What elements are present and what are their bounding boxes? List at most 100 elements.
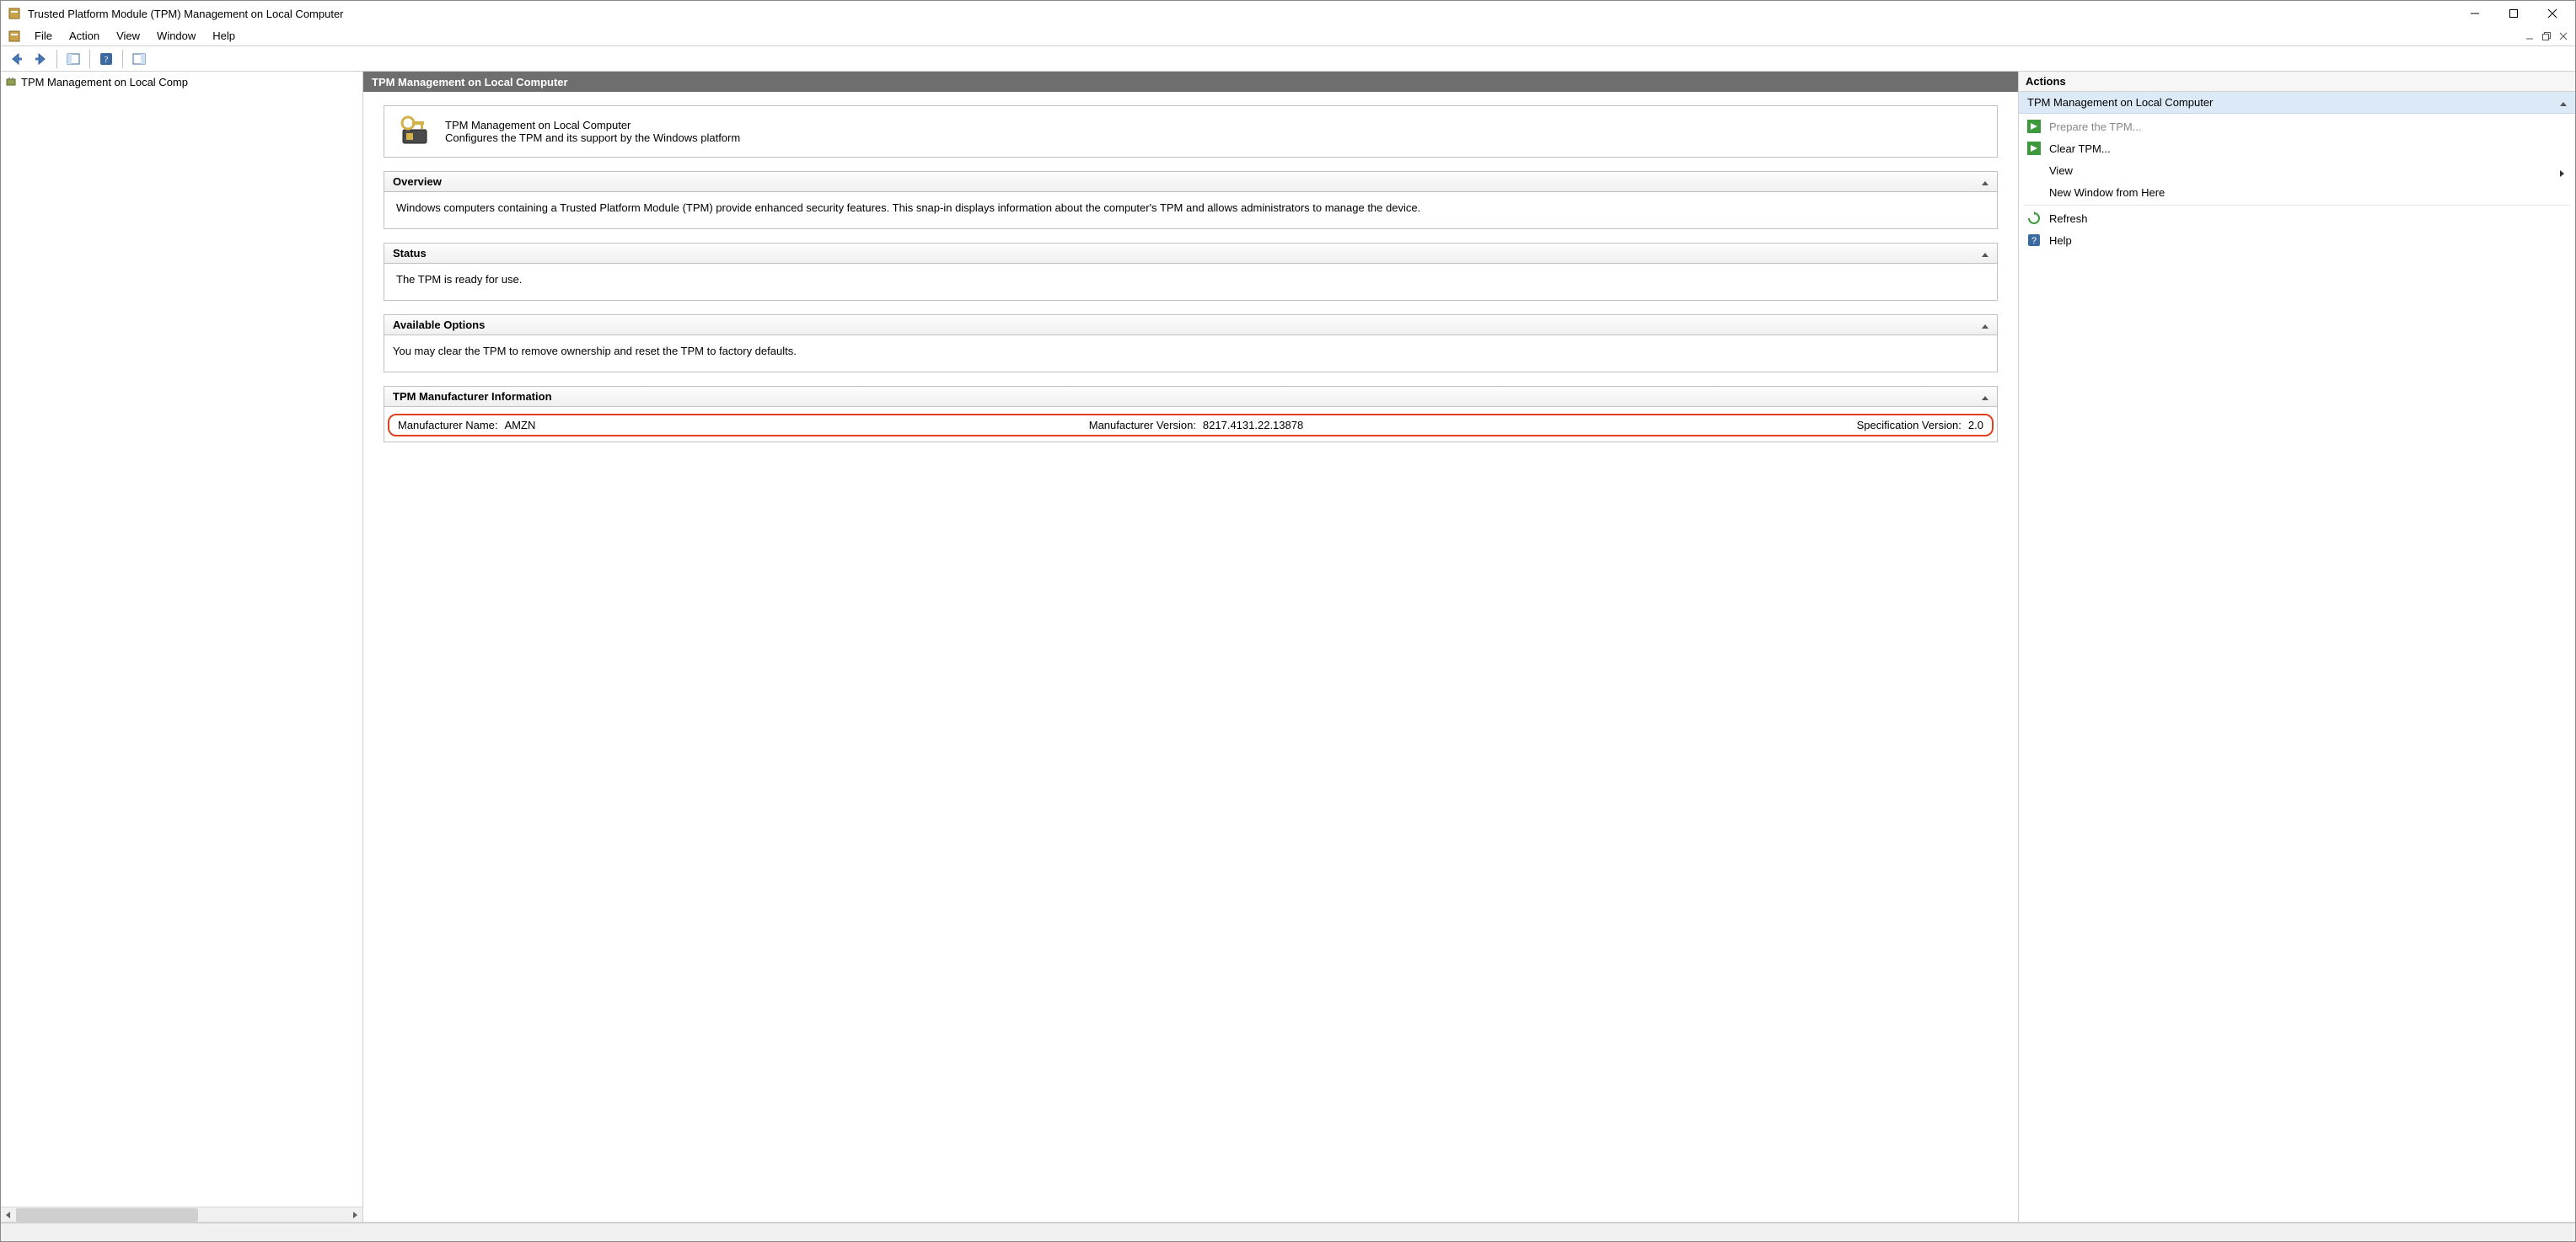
collapse-caret-icon [1982,247,1988,260]
manufacturer-row-highlight: Manufacturer Name: AMZN Manufacturer Ver… [388,414,1994,436]
collapse-caret-icon [1982,175,1988,188]
arrow-right-green-icon [2027,142,2041,155]
status-body: The TPM is ready for use. [384,264,1997,300]
status-group-header[interactable]: Status [384,244,1997,264]
action-label: Refresh [2049,212,2088,225]
toolbar-help-button[interactable]: ? [95,48,117,70]
collapse-caret-icon [1982,319,1988,331]
toolbar-back-button[interactable] [6,48,28,70]
toolbar-forward-button[interactable] [30,48,51,70]
status-text: The TPM is ready for use. [396,273,522,286]
window-title: Trusted Platform Module (TPM) Management… [28,8,2455,20]
actions-list: Prepare the TPM... Clear TPM... View New… [2019,114,2575,253]
tpm-key-icon [396,115,430,148]
options-group: Available Options You may clear the TPM … [384,314,1998,372]
intro-desc: Configures the TPM and its support by th… [445,131,740,144]
actions-subheader-label: TPM Management on Local Computer [2027,96,2213,109]
action-help[interactable]: ? Help [2019,229,2575,251]
window-controls [2455,1,2572,26]
center-panel: TPM Management on Local Computer TPM [363,72,2019,1222]
tree-node-label: TPM Management on Local Comp [21,76,188,88]
action-label: New Window from Here [2049,186,2165,199]
submenu-arrow-icon [2560,167,2567,174]
action-clear-tpm[interactable]: Clear TPM... [2019,137,2575,159]
refresh-icon [2027,211,2041,225]
overview-group: Overview Windows computers containing a … [384,171,1998,229]
spec-version-cell: Specification Version: 2.0 [1857,419,1983,431]
status-group: Status The TPM is ready for use. [384,243,1998,301]
action-prepare-tpm[interactable]: Prepare the TPM... [2019,115,2575,137]
manufacturer-title: TPM Manufacturer Information [393,390,552,403]
toolbar: ? [1,46,2575,72]
app-icon [8,7,21,20]
toolbar-separator-3 [122,50,123,68]
scroll-right-button[interactable] [347,1207,362,1223]
overview-text: Windows computers containing a Trusted P… [396,201,1420,214]
tree-horizontal-scrollbar[interactable] [1,1207,362,1222]
center-header: TPM Management on Local Computer [363,72,2018,92]
mmc-window: Trusted Platform Module (TPM) Management… [0,0,2576,1242]
options-group-header[interactable]: Available Options [384,315,1997,335]
actions-subheader[interactable]: TPM Management on Local Computer [2019,92,2575,114]
intro-box: TPM Management on Local Computer Configu… [384,105,1998,158]
action-view[interactable]: View [2019,159,2575,181]
help-icon: ? [2027,233,2041,247]
options-title: Available Options [393,319,485,331]
action-label: Clear TPM... [2049,142,2111,155]
spec-version-label: Specification Version: [1857,419,1962,431]
manufacturer-version-cell: Manufacturer Version: 8217.4131.22.13878 [1089,419,1303,431]
menubar-app-icon [8,29,21,43]
scroll-thumb[interactable] [16,1208,198,1222]
action-label: Prepare the TPM... [2049,120,2142,133]
scroll-track[interactable] [16,1207,347,1223]
mdi-restore-button[interactable] [2539,29,2554,44]
minimize-button[interactable] [2455,1,2494,26]
mdi-close-button[interactable] [2556,29,2571,44]
main-row: TPM Management on Local Comp TPM Managem… [1,72,2575,1223]
menu-action[interactable]: Action [61,28,108,44]
action-label: Help [2049,234,2072,247]
statusbar [1,1223,2575,1241]
maximize-button[interactable] [2494,1,2533,26]
arrow-right-green-icon [2027,120,2041,133]
center-body[interactable]: TPM Management on Local Computer Configu… [363,92,2018,1222]
toolbar-show-hide-action-pane-button[interactable] [128,48,150,70]
actions-panel: Actions TPM Management on Local Computer… [2019,72,2575,1222]
manufacturer-name-cell: Manufacturer Name: AMZN [398,419,535,431]
status-title: Status [393,247,427,260]
action-new-window[interactable]: New Window from Here [2019,181,2575,203]
manufacturer-group-header[interactable]: TPM Manufacturer Information [384,387,1997,407]
overview-title: Overview [393,175,442,188]
menubar: File Action View Window Help [1,26,2575,46]
overview-body: Windows computers containing a Trusted P… [384,192,1997,228]
svg-text:?: ? [105,55,109,65]
tree-body[interactable]: TPM Management on Local Comp [1,72,362,1207]
menu-view[interactable]: View [108,28,148,44]
close-button[interactable] [2533,1,2572,26]
menu-file[interactable]: File [26,28,61,44]
action-separator [2024,205,2570,206]
toolbar-separator [56,50,57,68]
collapse-caret-icon [2560,96,2567,109]
manufacturer-group: TPM Manufacturer Information Manufacture… [384,386,1998,442]
manufacturer-name-value: AMZN [505,419,536,431]
options-text: You may clear the TPM to remove ownershi… [393,345,797,357]
titlebar: Trusted Platform Module (TPM) Management… [1,1,2575,26]
svg-text:?: ? [2031,236,2037,246]
menu-window[interactable]: Window [148,28,204,44]
manufacturer-version-label: Manufacturer Version: [1089,419,1196,431]
action-refresh[interactable]: Refresh [2019,207,2575,229]
scroll-left-button[interactable] [1,1207,16,1223]
spec-version-value: 2.0 [1968,419,1983,431]
manufacturer-name-label: Manufacturer Name: [398,419,498,431]
toolbar-show-hide-tree-button[interactable] [62,48,84,70]
tree-panel: TPM Management on Local Comp [1,72,363,1222]
intro-title: TPM Management on Local Computer [445,119,740,131]
mdi-minimize-button[interactable] [2522,29,2537,44]
menu-help[interactable]: Help [204,28,244,44]
action-label: View [2049,164,2073,177]
collapse-caret-icon [1982,390,1988,403]
overview-group-header[interactable]: Overview [384,172,1997,192]
tpm-chip-icon [4,75,18,88]
tree-node-tpm-root[interactable]: TPM Management on Local Comp [3,73,361,90]
